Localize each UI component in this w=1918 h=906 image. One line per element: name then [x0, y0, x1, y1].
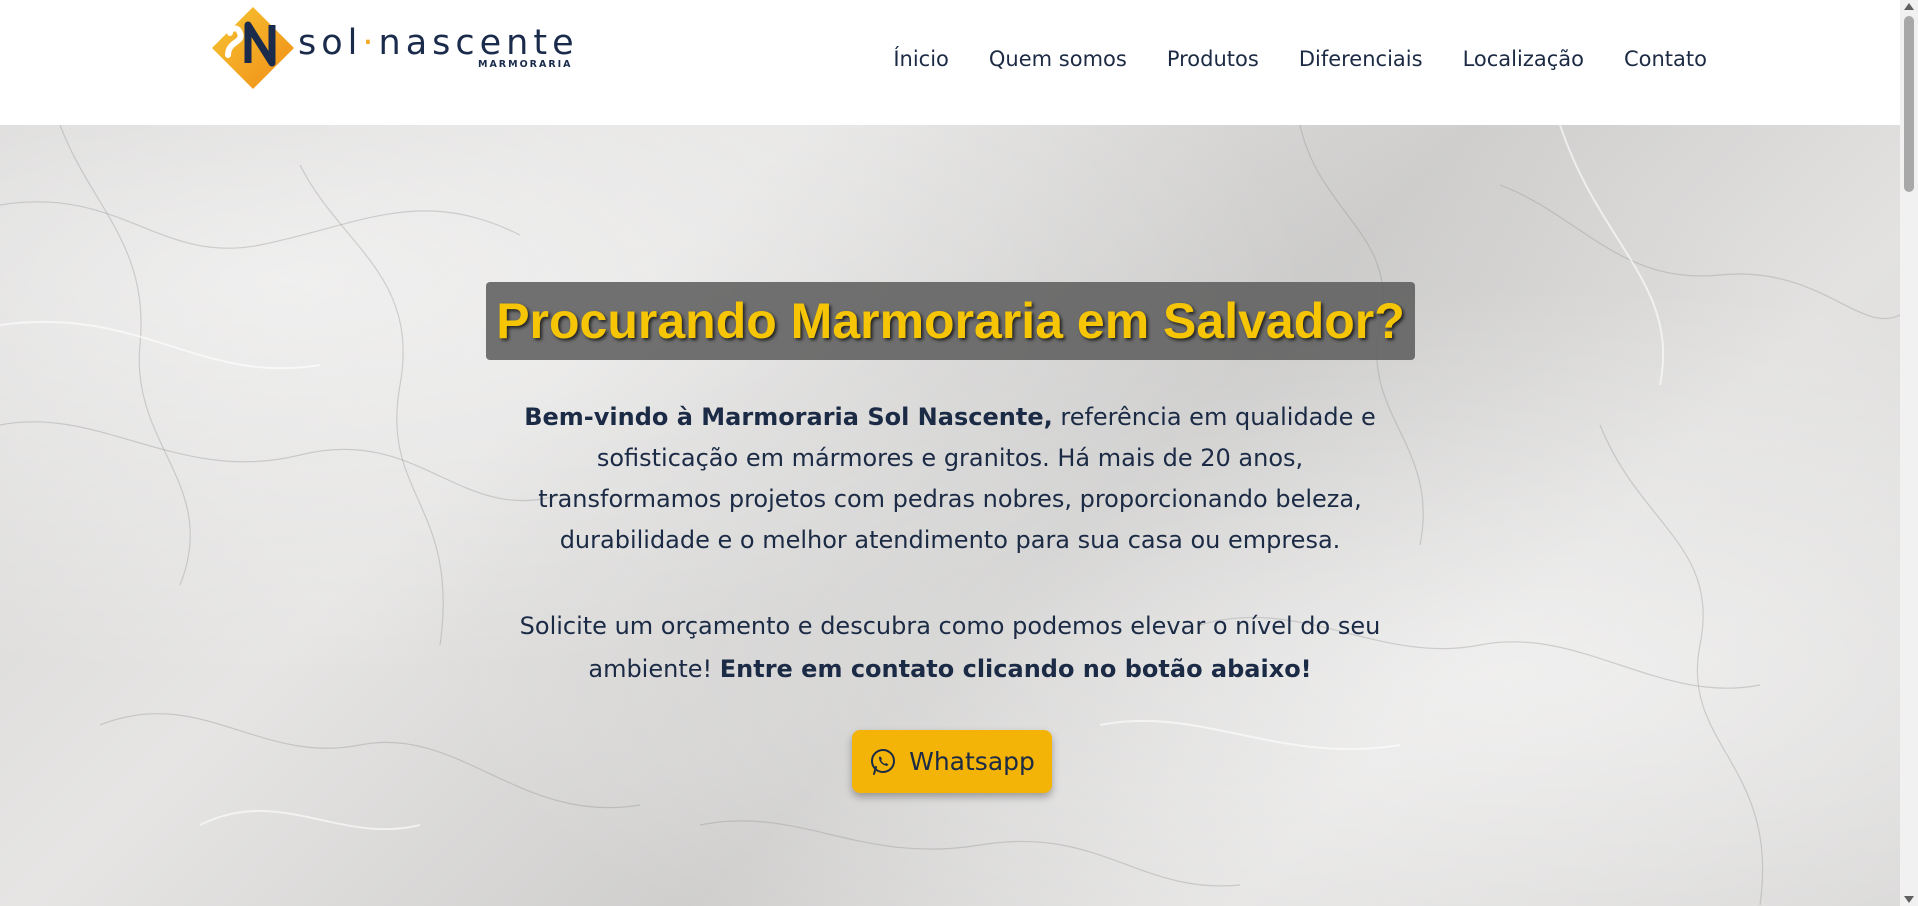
vertical-scrollbar[interactable] — [1900, 0, 1918, 906]
brand-name-suffix: nascente — [378, 23, 579, 63]
nav-link-inicio[interactable]: Ínicio — [893, 47, 949, 71]
hero-section: Procurando Marmoraria em Salvador? Bem-v… — [0, 125, 1900, 906]
whatsapp-button-label: Whatsapp — [909, 747, 1035, 776]
brand-name: sol·nascente — [298, 23, 579, 63]
brand-dot-icon: · — [362, 23, 379, 63]
main-nav: Ínicio Quem somos Produtos Diferenciais … — [893, 47, 1707, 71]
hero-headline: Procurando Marmoraria em Salvador? — [496, 293, 1405, 349]
brand-logo[interactable]: sol·nascente MARMORARIA — [210, 3, 574, 93]
scroll-up-arrow-icon[interactable] — [1904, 3, 1914, 10]
sun-diamond-logo-icon — [212, 7, 294, 89]
nav-link-quem-somos[interactable]: Quem somos — [989, 47, 1127, 71]
hero-intro: Bem-vindo à Marmoraria Sol Nascente, ref… — [510, 397, 1390, 561]
site-header: sol·nascente MARMORARIA Ínicio Quem somo… — [0, 0, 1900, 125]
scrollbar-thumb[interactable] — [1904, 16, 1914, 192]
hero-cta: Solicite um orçamento e descubra como po… — [510, 605, 1390, 691]
nav-link-localizacao[interactable]: Localização — [1463, 47, 1584, 71]
whatsapp-icon — [871, 748, 896, 775]
nav-link-diferenciais[interactable]: Diferenciais — [1299, 47, 1423, 71]
intro-bold: Bem-vindo à Marmoraria Sol Nascente, — [524, 403, 1053, 431]
brand-name-prefix: sol — [298, 23, 363, 63]
nav-link-contato[interactable]: Contato — [1624, 47, 1707, 71]
nav-link-produtos[interactable]: Produtos — [1167, 47, 1259, 71]
whatsapp-button[interactable]: Whatsapp — [852, 730, 1052, 793]
cta-bold: Entre em contato clicando no botão abaix… — [719, 655, 1312, 683]
headline-banner: Procurando Marmoraria em Salvador? — [486, 282, 1415, 360]
brand-subtitle: MARMORARIA — [478, 59, 573, 70]
scroll-down-arrow-icon[interactable] — [1904, 896, 1914, 903]
